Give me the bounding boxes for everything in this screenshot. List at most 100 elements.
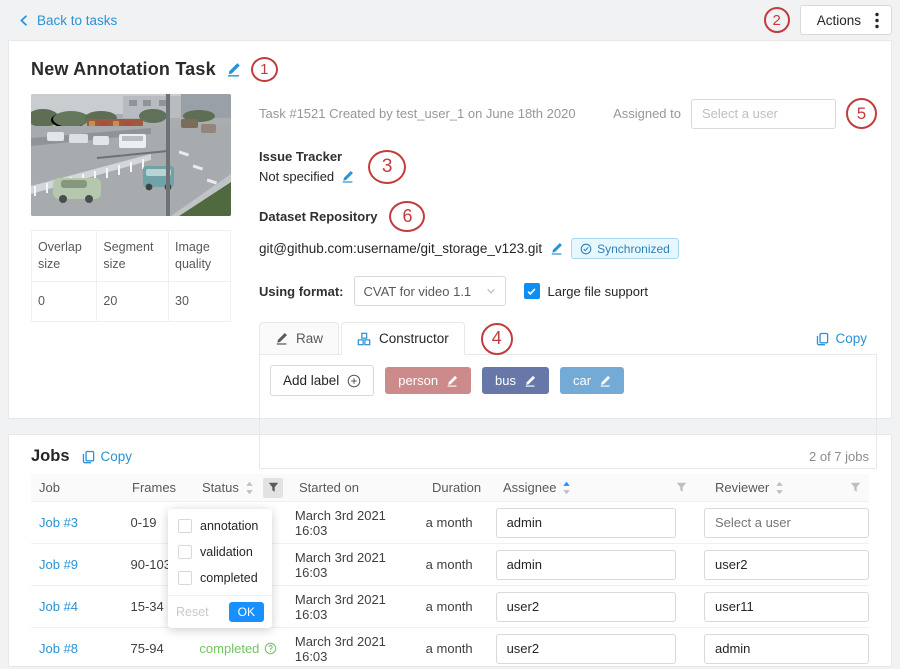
more-vertical-icon <box>875 12 879 29</box>
filter-option-annotation[interactable]: annotation <box>168 513 272 539</box>
filter-icon-assignee[interactable] <box>671 478 691 498</box>
label-tag-bus-text: bus <box>495 373 516 388</box>
callout-3: 3 <box>368 150 406 184</box>
started-cell: March 3rd 2021 16:03 <box>287 634 418 664</box>
filter-icon-status[interactable] <box>263 478 283 498</box>
job-link[interactable]: Job #9 <box>39 557 78 572</box>
reviewer-input[interactable] <box>704 508 869 538</box>
pencil-icon[interactable] <box>524 375 536 387</box>
column-header-duration: Duration <box>424 480 495 495</box>
reviewer-input[interactable] <box>704 592 869 622</box>
started-cell: March 3rd 2021 16:03 <box>287 508 418 538</box>
callout-1: 1 <box>251 57 278 82</box>
edit-issue-tracker-icon[interactable] <box>341 170 354 183</box>
back-chevron-icon <box>18 14 30 27</box>
filter-reset-button[interactable]: Reset <box>176 605 209 619</box>
copy-icon <box>82 450 95 464</box>
filter-icon-reviewer[interactable] <box>845 478 865 498</box>
plus-circle-icon <box>347 374 361 388</box>
sort-icon-ascending[interactable] <box>562 481 571 495</box>
export-format-select[interactable]: CVAT for video 1.1 <box>354 276 506 306</box>
task-parameters-table: Overlap size Segment size Image quality … <box>31 230 231 322</box>
param-header-quality: Image quality <box>169 231 231 282</box>
block-icon <box>357 332 371 346</box>
assignee-input[interactable] <box>496 508 676 538</box>
label-tag-person[interactable]: person <box>385 367 471 394</box>
actions-button[interactable]: Actions <box>800 5 892 35</box>
checkbox-checked-icon <box>524 283 540 299</box>
checkbox-unchecked-icon <box>178 519 192 533</box>
filter-option-completed[interactable]: completed <box>168 565 272 591</box>
column-header-status: Status <box>194 478 291 498</box>
started-cell: March 3rd 2021 16:03 <box>287 550 418 580</box>
back-to-tasks-link[interactable]: Back to tasks <box>18 13 117 28</box>
callout-5: 5 <box>846 98 877 129</box>
filter-option-validation[interactable]: validation <box>168 539 272 565</box>
check-circle-icon <box>580 243 592 255</box>
task-assignee-input[interactable] <box>691 99 836 129</box>
large-file-support-checkbox[interactable]: Large file support <box>524 283 648 299</box>
assigned-to-label: Assigned to <box>613 106 681 121</box>
label-tag-bus[interactable]: bus <box>482 367 549 394</box>
copy-jobs-button[interactable]: Copy <box>82 449 133 464</box>
assignee-input[interactable] <box>496 634 676 664</box>
large-file-support-label: Large file support <box>548 284 648 299</box>
dataset-repository-label: Dataset Repository <box>259 209 377 224</box>
reviewer-input[interactable] <box>704 634 869 664</box>
copy-labels-label: Copy <box>835 331 867 346</box>
chevron-down-icon <box>486 286 496 296</box>
sort-icon[interactable] <box>775 481 784 495</box>
labels-constructor-panel: Add label person bus <box>259 354 877 469</box>
export-format-value: CVAT for video 1.1 <box>364 284 472 299</box>
pencil-icon[interactable] <box>446 375 458 387</box>
job-link[interactable]: Job #3 <box>39 515 78 530</box>
job-link[interactable]: Job #4 <box>39 599 78 614</box>
task-meta: Task #1521 Created by test_user_1 on Jun… <box>259 106 576 121</box>
edit-title-icon[interactable] <box>226 62 241 77</box>
checkbox-unchecked-icon <box>178 571 192 585</box>
assignee-header-label[interactable]: Assignee <box>503 480 556 495</box>
actions-label: Actions <box>817 13 861 28</box>
assignee-input[interactable] <box>496 550 676 580</box>
column-header-job: Job <box>31 480 124 495</box>
top-bar: Back to tasks 2 Actions <box>0 0 900 40</box>
add-label-text: Add label <box>283 373 339 388</box>
label-tag-car[interactable]: car <box>560 367 624 394</box>
param-value-segment: 20 <box>97 281 169 321</box>
column-header-assignee: Assignee <box>495 478 707 498</box>
duration-cell: a month <box>418 515 488 530</box>
filter-ok-button[interactable]: OK <box>229 602 264 622</box>
issue-tracker-value: Not specified <box>259 169 334 184</box>
tab-raw[interactable]: Raw <box>259 322 339 355</box>
tab-raw-label: Raw <box>296 331 323 346</box>
pencil-icon[interactable] <box>599 375 611 387</box>
column-header-started: Started on <box>291 480 424 495</box>
param-header-overlap: Overlap size <box>32 231 97 282</box>
tab-constructor[interactable]: Constructor <box>341 322 465 355</box>
job-link[interactable]: Job #8 <box>39 641 78 656</box>
label-tag-car-text: car <box>573 373 591 388</box>
reviewer-input[interactable] <box>704 550 869 580</box>
assignee-input[interactable] <box>496 592 676 622</box>
status-cell: completed <box>191 641 286 656</box>
duration-cell: a month <box>418 599 488 614</box>
repository-url[interactable]: git@github.com:username/git_storage_v123… <box>259 241 542 256</box>
task-preview-image <box>31 94 231 216</box>
status-completed-label: completed <box>199 641 259 656</box>
add-label-button[interactable]: Add label <box>270 365 374 396</box>
issue-tracker-label: Issue Tracker <box>259 149 354 164</box>
task-title: New Annotation Task <box>31 59 216 80</box>
table-row: Job #3 0-19 March 3rd 2021 16:03 a month <box>31 502 869 544</box>
sort-icon[interactable] <box>245 481 254 495</box>
param-value-overlap: 0 <box>32 281 97 321</box>
edit-repository-icon[interactable] <box>550 242 563 255</box>
sync-status-badge: Synchronized <box>571 238 679 259</box>
reviewer-header-label[interactable]: Reviewer <box>715 480 769 495</box>
param-value-quality: 30 <box>169 281 231 321</box>
copy-labels-button[interactable]: Copy <box>816 331 867 346</box>
status-header-label[interactable]: Status <box>202 480 239 495</box>
jobs-table-header: Job Frames Status Started on Duration As… <box>31 474 869 502</box>
question-circle-icon[interactable] <box>264 642 277 655</box>
table-row: Job #9 90-103 March 3rd 2021 16:03 a mon… <box>31 544 869 586</box>
using-format-label: Using format: <box>259 284 344 299</box>
